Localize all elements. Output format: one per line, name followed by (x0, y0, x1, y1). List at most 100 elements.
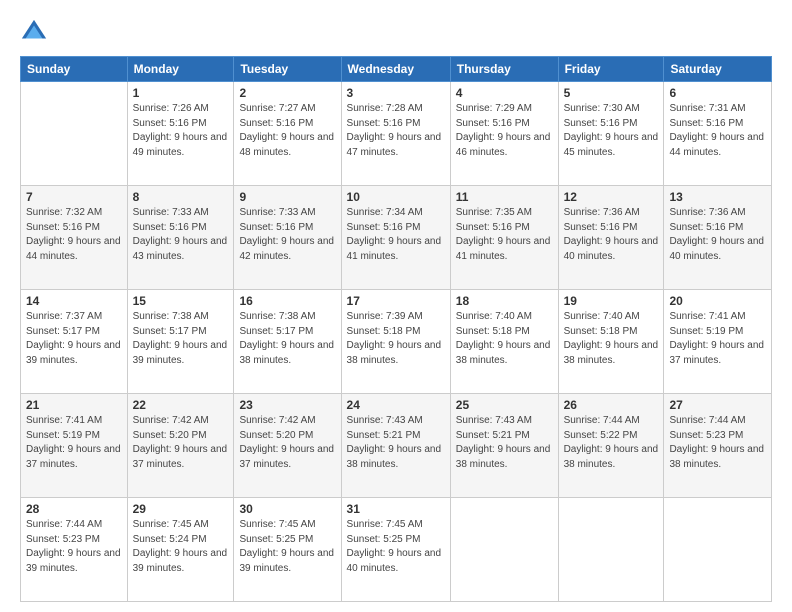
day-info: Sunrise: 7:43 AMSunset: 5:21 PMDaylight:… (456, 414, 553, 472)
day-cell: 19 Sunrise: 7:40 AMSunset: 5:18 PMDayligh… (558, 290, 664, 394)
day-info: Sunrise: 7:45 AMSunset: 5:24 PMDaylight:… (133, 518, 229, 576)
day-cell (450, 498, 558, 602)
day-cell: 27 Sunrise: 7:44 AMSunset: 5:23 PMDayligh… (664, 394, 772, 498)
day-info: Sunrise: 7:44 AMSunset: 5:23 PMDaylight:… (669, 414, 766, 472)
week-row-2: 7 Sunrise: 7:32 AMSunset: 5:16 PMDaylight… (21, 186, 772, 290)
day-number: 13 (669, 190, 766, 204)
day-info: Sunrise: 7:38 AMSunset: 5:17 PMDaylight:… (133, 310, 229, 368)
day-info: Sunrise: 7:35 AMSunset: 5:16 PMDaylight:… (456, 206, 553, 264)
day-cell: 22Sunrise: 7:42 AMSunset: 5:20 PMDayligh… (127, 394, 234, 498)
day-cell: 1Sunrise: 7:26 AMSunset: 5:16 PMDaylight… (127, 82, 234, 186)
day-cell: 18Sunrise: 7:40 AMSunset: 5:18 PMDayligh… (450, 290, 558, 394)
day-number: 26 (564, 398, 659, 412)
day-cell: 12 Sunrise: 7:36 AMSunset: 5:16 PMDayligh… (558, 186, 664, 290)
weekday-header-row: SundayMondayTuesdayWednesdayThursdayFrid… (21, 57, 772, 82)
day-info: Sunrise: 7:32 AMSunset: 5:16 PMDaylight:… (26, 206, 122, 264)
day-number: 25 (456, 398, 553, 412)
day-number: 3 (347, 86, 445, 100)
day-cell: 6Sunrise: 7:31 AMSunset: 5:16 PMDaylight… (664, 82, 772, 186)
day-info: Sunrise: 7:37 AMSunset: 5:17 PMDaylight:… (26, 310, 122, 368)
day-cell: 8 Sunrise: 7:33 AMSunset: 5:16 PMDaylight… (127, 186, 234, 290)
day-info: Sunrise: 7:42 AMSunset: 5:20 PMDaylight:… (133, 414, 229, 472)
day-info: Sunrise: 7:38 AMSunset: 5:17 PMDaylight:… (239, 310, 335, 368)
calendar: SundayMondayTuesdayWednesdayThursdayFrid… (20, 56, 772, 602)
day-cell: 10Sunrise: 7:34 AMSunset: 5:16 PMDayligh… (341, 186, 450, 290)
day-number: 1 (133, 86, 229, 100)
day-number: 17 (347, 294, 445, 308)
day-info: Sunrise: 7:30 AMSunset: 5:16 PMDaylight:… (564, 102, 659, 160)
day-cell: 4 Sunrise: 7:29 AMSunset: 5:16 PMDaylight… (450, 82, 558, 186)
day-number: 11 (456, 190, 553, 204)
day-number: 27 (669, 398, 766, 412)
day-info: Sunrise: 7:39 AMSunset: 5:18 PMDaylight:… (347, 310, 445, 368)
day-number: 5 (564, 86, 659, 100)
day-cell: 21 Sunrise: 7:41 AMSunset: 5:19 PMDayligh… (21, 394, 128, 498)
day-cell: 7 Sunrise: 7:32 AMSunset: 5:16 PMDaylight… (21, 186, 128, 290)
day-info: Sunrise: 7:34 AMSunset: 5:16 PMDaylight:… (347, 206, 445, 264)
day-cell: 17 Sunrise: 7:39 AMSunset: 5:18 PMDayligh… (341, 290, 450, 394)
day-cell (21, 82, 128, 186)
day-cell: 3Sunrise: 7:28 AMSunset: 5:16 PMDaylight… (341, 82, 450, 186)
day-info: Sunrise: 7:36 AMSunset: 5:16 PMDaylight:… (564, 206, 659, 264)
day-info: Sunrise: 7:40 AMSunset: 5:18 PMDaylight:… (564, 310, 659, 368)
day-info: Sunrise: 7:44 AMSunset: 5:23 PMDaylight:… (26, 518, 122, 576)
weekday-header-wednesday: Wednesday (341, 57, 450, 82)
day-number: 19 (564, 294, 659, 308)
day-number: 29 (133, 502, 229, 516)
day-cell: 2 Sunrise: 7:27 AMSunset: 5:16 PMDaylight… (234, 82, 341, 186)
day-cell: 25 Sunrise: 7:43 AMSunset: 5:21 PMDayligh… (450, 394, 558, 498)
day-info: Sunrise: 7:40 AMSunset: 5:18 PMDaylight:… (456, 310, 553, 368)
day-number: 8 (133, 190, 229, 204)
day-cell (664, 498, 772, 602)
page: SundayMondayTuesdayWednesdayThursdayFrid… (0, 0, 792, 612)
day-cell: 14 Sunrise: 7:37 AMSunset: 5:17 PMDayligh… (21, 290, 128, 394)
day-number: 21 (26, 398, 122, 412)
day-info: Sunrise: 7:29 AMSunset: 5:16 PMDaylight:… (456, 102, 553, 160)
day-cell: 31 Sunrise: 7:45 AMSunset: 5:25 PMDayligh… (341, 498, 450, 602)
day-cell: 28 Sunrise: 7:44 AMSunset: 5:23 PMDayligh… (21, 498, 128, 602)
day-number: 7 (26, 190, 122, 204)
day-cell (558, 498, 664, 602)
day-number: 14 (26, 294, 122, 308)
weekday-header-monday: Monday (127, 57, 234, 82)
week-row-1: 1Sunrise: 7:26 AMSunset: 5:16 PMDaylight… (21, 82, 772, 186)
day-number: 2 (239, 86, 335, 100)
week-row-5: 28 Sunrise: 7:44 AMSunset: 5:23 PMDayligh… (21, 498, 772, 602)
weekday-header-friday: Friday (558, 57, 664, 82)
day-number: 20 (669, 294, 766, 308)
day-info: Sunrise: 7:33 AMSunset: 5:16 PMDaylight:… (239, 206, 335, 264)
day-cell: 9 Sunrise: 7:33 AMSunset: 5:16 PMDaylight… (234, 186, 341, 290)
day-cell: 23 Sunrise: 7:42 AMSunset: 5:20 PMDayligh… (234, 394, 341, 498)
day-number: 15 (133, 294, 229, 308)
day-info: Sunrise: 7:31 AMSunset: 5:16 PMDaylight:… (669, 102, 766, 160)
day-info: Sunrise: 7:42 AMSunset: 5:20 PMDaylight:… (239, 414, 335, 472)
day-number: 12 (564, 190, 659, 204)
day-info: Sunrise: 7:45 AMSunset: 5:25 PMDaylight:… (347, 518, 445, 576)
day-info: Sunrise: 7:27 AMSunset: 5:16 PMDaylight:… (239, 102, 335, 160)
day-number: 23 (239, 398, 335, 412)
day-cell: 29 Sunrise: 7:45 AMSunset: 5:24 PMDayligh… (127, 498, 234, 602)
day-info: Sunrise: 7:45 AMSunset: 5:25 PMDaylight:… (239, 518, 335, 576)
logo-icon (20, 18, 48, 46)
day-number: 9 (239, 190, 335, 204)
day-info: Sunrise: 7:44 AMSunset: 5:22 PMDaylight:… (564, 414, 659, 472)
day-number: 28 (26, 502, 122, 516)
weekday-header-saturday: Saturday (664, 57, 772, 82)
day-info: Sunrise: 7:41 AMSunset: 5:19 PMDaylight:… (669, 310, 766, 368)
day-info: Sunrise: 7:33 AMSunset: 5:16 PMDaylight:… (133, 206, 229, 264)
day-number: 16 (239, 294, 335, 308)
weekday-header-thursday: Thursday (450, 57, 558, 82)
day-number: 30 (239, 502, 335, 516)
day-cell: 13 Sunrise: 7:36 AMSunset: 5:16 PMDayligh… (664, 186, 772, 290)
day-number: 31 (347, 502, 445, 516)
header (20, 18, 772, 46)
day-info: Sunrise: 7:36 AMSunset: 5:16 PMDaylight:… (669, 206, 766, 264)
day-info: Sunrise: 7:41 AMSunset: 5:19 PMDaylight:… (26, 414, 122, 472)
day-cell: 24Sunrise: 7:43 AMSunset: 5:21 PMDayligh… (341, 394, 450, 498)
weekday-header-sunday: Sunday (21, 57, 128, 82)
week-row-4: 21 Sunrise: 7:41 AMSunset: 5:19 PMDayligh… (21, 394, 772, 498)
day-number: 4 (456, 86, 553, 100)
weekday-header-tuesday: Tuesday (234, 57, 341, 82)
day-cell: 11 Sunrise: 7:35 AMSunset: 5:16 PMDayligh… (450, 186, 558, 290)
day-cell: 26 Sunrise: 7:44 AMSunset: 5:22 PMDayligh… (558, 394, 664, 498)
